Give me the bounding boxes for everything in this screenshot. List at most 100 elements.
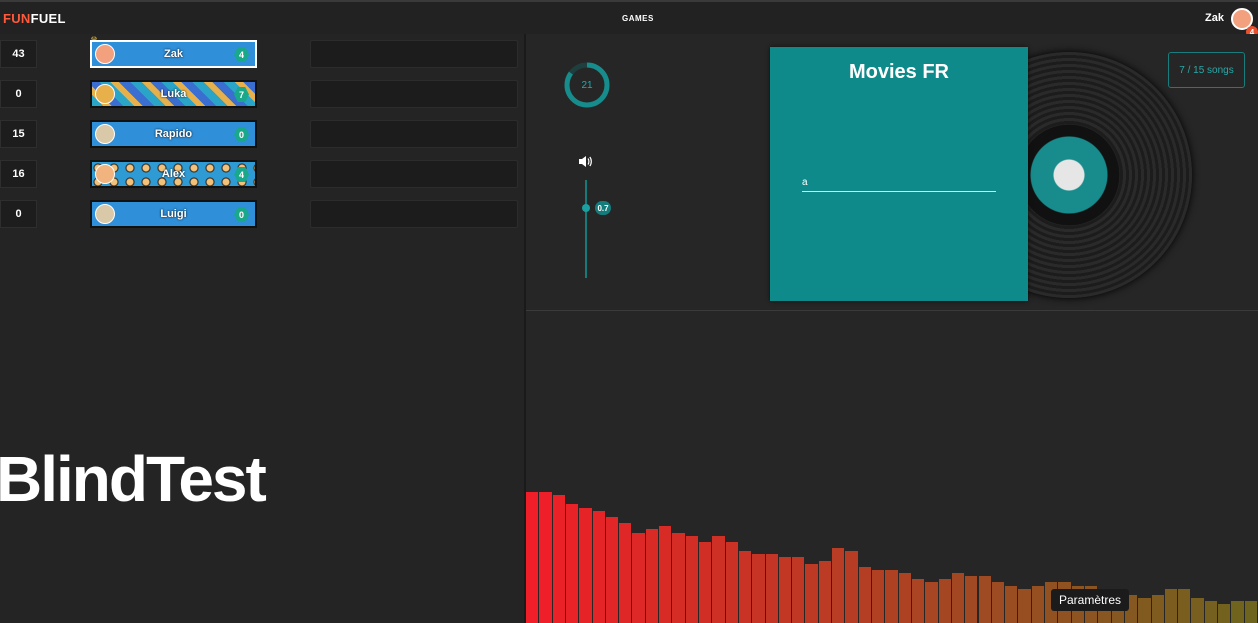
visualizer-bar bbox=[1031, 586, 1045, 623]
player-level-badge: 4 bbox=[234, 47, 249, 62]
player-name: Rapido bbox=[154, 128, 193, 140]
volume-value-badge: 0.7 bbox=[595, 201, 611, 215]
visualizer-bar bbox=[738, 551, 752, 623]
visualizer-bar bbox=[991, 582, 1005, 623]
visualizer-bar bbox=[1005, 586, 1018, 623]
playlist-card: Movies FR bbox=[770, 47, 1028, 301]
player-row: 16 Alex 4 bbox=[0, 160, 524, 188]
player-score: 15 bbox=[0, 120, 37, 148]
volume-slider-handle[interactable] bbox=[582, 204, 590, 212]
visualizer-bar bbox=[978, 576, 991, 623]
visualizer-bar bbox=[858, 567, 872, 623]
visualizer-bar bbox=[526, 492, 539, 623]
visualizer-bar bbox=[911, 579, 925, 623]
player-name: Luka bbox=[160, 88, 187, 100]
visualizer-bar bbox=[1138, 598, 1151, 623]
visualizer-bar bbox=[645, 529, 659, 623]
visualizer-bar bbox=[632, 533, 645, 623]
visualizer-bar bbox=[792, 557, 805, 623]
funfuel-logo[interactable]: FUNFUEL bbox=[3, 11, 66, 26]
player-level-badge: 4 bbox=[234, 167, 249, 182]
visualizer-bar bbox=[872, 570, 885, 623]
player-row: 15 Rapido 0 bbox=[0, 120, 524, 148]
user-name[interactable]: Zak bbox=[1205, 12, 1224, 24]
player-answer-slot bbox=[310, 200, 518, 228]
visualizer-bar bbox=[805, 564, 818, 623]
visualizer-bar bbox=[619, 523, 632, 623]
visualizer-bar bbox=[778, 557, 792, 623]
visualizer-bar bbox=[938, 579, 951, 623]
visualizer-bar bbox=[1018, 589, 1031, 623]
player-level-badge: 0 bbox=[234, 207, 249, 222]
visualizer-bar bbox=[725, 542, 738, 623]
player-row: 0 Luigi 0 bbox=[0, 200, 524, 228]
visualizer-bar bbox=[699, 542, 712, 623]
visualizer-bar bbox=[1191, 598, 1204, 623]
blindtest-brand-text: BlindTest bbox=[0, 443, 267, 515]
playlist-title: Movies FR bbox=[848, 61, 950, 83]
visualizer-bar bbox=[1178, 589, 1191, 623]
pineapple-avatar-icon bbox=[95, 84, 115, 104]
cowboy-avatar-icon bbox=[95, 204, 115, 224]
visualizer-bar bbox=[925, 582, 938, 623]
player-score: 0 bbox=[0, 200, 37, 228]
settings-tooltip: Paramètres bbox=[1051, 589, 1130, 611]
answer-input[interactable] bbox=[802, 173, 996, 192]
audio-visualizer bbox=[526, 311, 1258, 623]
visualizer-bar bbox=[685, 536, 698, 623]
player-answer-slot bbox=[310, 160, 518, 188]
player-score: 16 bbox=[0, 160, 37, 188]
player-answer-slot bbox=[310, 120, 518, 148]
pig-avatar-icon bbox=[95, 164, 115, 184]
player-row: 43 ♛ Zak 4 bbox=[0, 35, 524, 68]
player-card[interactable]: Luka 7 bbox=[90, 80, 257, 108]
visualizer-bar bbox=[712, 536, 725, 623]
nav-games-link[interactable]: GAMES bbox=[622, 14, 654, 23]
player-answer-slot bbox=[310, 80, 518, 108]
visualizer-bar bbox=[672, 533, 685, 623]
volume-slider-track[interactable] bbox=[585, 180, 587, 278]
visualizer-bar bbox=[965, 576, 978, 623]
player-row: 0 Luka 7 bbox=[0, 80, 524, 108]
visualizer-bar bbox=[592, 511, 605, 623]
visualizer-bar bbox=[1164, 589, 1178, 623]
visualizer-bar bbox=[1231, 601, 1244, 623]
logo-fuel-text: FUEL bbox=[30, 11, 66, 26]
visualizer-bar bbox=[765, 554, 778, 623]
visualizer-bar bbox=[832, 548, 845, 623]
visualizer-bar bbox=[605, 517, 619, 623]
logo-fun-text: FUN bbox=[3, 11, 31, 26]
player-card[interactable]: Zak 4 bbox=[90, 40, 257, 68]
visualizer-bar bbox=[539, 492, 552, 623]
visualizer-bar bbox=[885, 570, 898, 623]
visualizer-bar bbox=[552, 495, 565, 623]
visualizer-bar bbox=[1218, 604, 1231, 623]
visualizer-bar bbox=[579, 508, 592, 623]
player-level-badge: 7 bbox=[234, 87, 249, 102]
player-card[interactable]: Luigi 0 bbox=[90, 200, 257, 228]
visualizer-bar bbox=[752, 554, 765, 623]
songs-progress-button[interactable]: 7 / 15 songs bbox=[1168, 52, 1245, 88]
player-avatar bbox=[95, 44, 115, 64]
visualizer-bar bbox=[1204, 601, 1218, 623]
visualizer-bar bbox=[818, 561, 832, 623]
visualizer-bar bbox=[951, 573, 965, 623]
visualizer-bar bbox=[845, 551, 858, 623]
player-card[interactable]: Rapido 0 bbox=[90, 120, 257, 148]
visualizer-bar bbox=[898, 573, 911, 623]
player-level-badge: 0 bbox=[234, 127, 249, 142]
visualizer-bar bbox=[565, 504, 579, 623]
player-name: Alex bbox=[161, 168, 186, 180]
player-score: 43 bbox=[0, 40, 37, 68]
visualizer-bar bbox=[1244, 601, 1257, 623]
player-answer-slot bbox=[310, 40, 518, 68]
visualizer-bar bbox=[1151, 595, 1164, 623]
player-name: Zak bbox=[164, 48, 183, 60]
player-name: Luigi bbox=[160, 208, 187, 220]
cowboy-avatar-icon bbox=[95, 124, 115, 144]
player-score: 0 bbox=[0, 80, 37, 108]
speaker-icon[interactable] bbox=[578, 155, 594, 169]
top-bar: FUNFUEL GAMES Zak 4 bbox=[0, 0, 1258, 38]
timer-value: 21 bbox=[581, 79, 593, 91]
player-card[interactable]: Alex 4 bbox=[90, 160, 257, 188]
